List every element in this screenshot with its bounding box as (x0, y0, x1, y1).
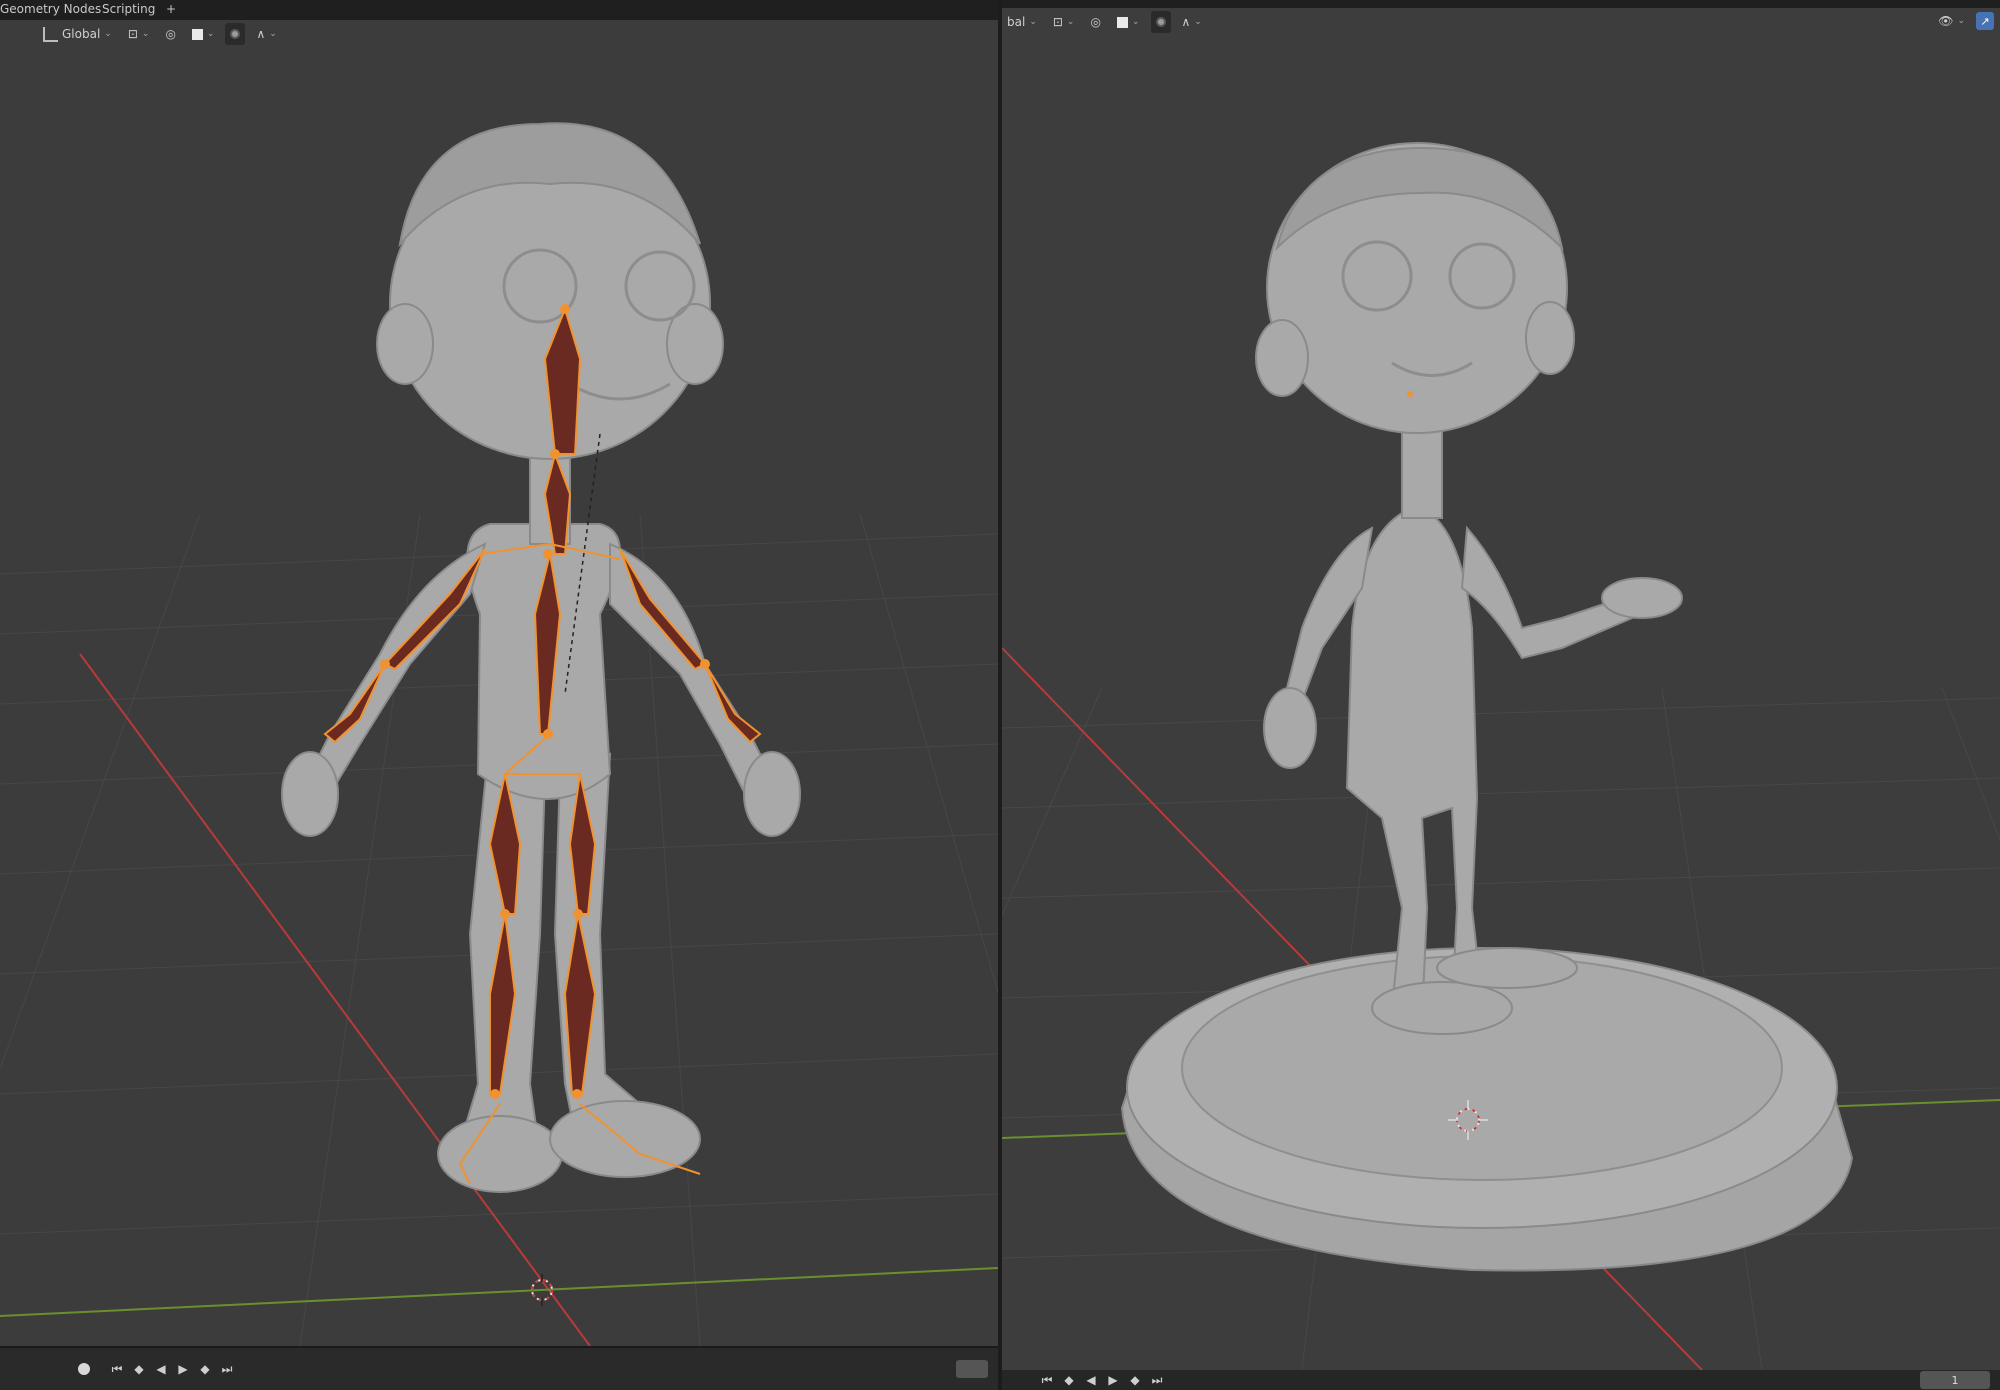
object-origin (1407, 391, 1413, 397)
character-mesh[interactable] (1255, 142, 1683, 1035)
snap-icon: ⊡ (127, 27, 138, 41)
chevron-down-icon: ⌄ (1957, 16, 1965, 26)
transform-orientation-dropdown[interactable]: bal ⌄ (1002, 11, 1042, 33)
pivot-dropdown[interactable]: ⊡ ⌄ (1048, 11, 1080, 33)
keyframe-prev-icon[interactable]: ◆ (130, 1362, 148, 1376)
transform-orientation-icon (43, 26, 58, 42)
falloff-dropdown[interactable]: ∧ ⌄ (251, 23, 281, 45)
viewport-right-tools: 👁 ⌄ ↗ (1933, 10, 1994, 32)
jump-end-icon[interactable]: ⏭ (1148, 1373, 1166, 1388)
overlay-icon (230, 29, 241, 39)
chevron-down-icon: ⌄ (269, 29, 277, 39)
jump-end-icon[interactable]: ⏭ (218, 1362, 236, 1377)
chevron-down-icon: ⌄ (1131, 17, 1140, 27)
gizmo-toggle-button[interactable]: ↗ (1976, 12, 1994, 30)
current-frame-field[interactable]: 1 (1920, 1371, 1990, 1389)
visibility-eye-icon: 👁 (1938, 14, 1954, 28)
viewport-canvas-right[interactable] (1002, 8, 2000, 1370)
proportional-edit-button[interactable]: ◎ (160, 23, 180, 45)
record-icon[interactable] (78, 1363, 90, 1375)
transform-orientation-label: bal (1007, 15, 1026, 29)
viewport-scene-right (1002, 142, 2000, 1370)
proportional-edit-icon: ◎ (1090, 15, 1101, 29)
chevron-down-icon: ⌄ (1029, 17, 1037, 27)
transform-orientation-dropdown[interactable]: Global ⌄ (38, 23, 117, 45)
keyframe-prev-icon[interactable]: ◆ (1060, 1373, 1078, 1387)
chevron-down-icon: ⌄ (141, 29, 150, 39)
shading-dropdown[interactable]: ⌄ (187, 23, 220, 45)
proportional-edit-button[interactable]: ◎ (1085, 11, 1105, 33)
workspace-tab-bar-right (1002, 0, 2000, 8)
overlay-icon (1155, 17, 1166, 27)
keyframe-next-icon[interactable]: ◆ (1126, 1373, 1144, 1387)
shading-dropdown[interactable]: ⌄ (1112, 11, 1145, 33)
transform-orientation-label: Global (62, 27, 101, 41)
chevron-down-icon: ⌄ (206, 29, 215, 39)
viewport-header-right: bal ⌄ ⊡ ⌄ ◎ ⌄ ∧ ⌄ (1002, 10, 1207, 34)
viewport-shading-icon (1116, 16, 1128, 28)
pivot-dropdown[interactable]: ⊡ ⌄ (123, 23, 155, 45)
proportional-edit-icon: ◎ (165, 27, 176, 41)
overlay-button[interactable] (225, 23, 246, 45)
current-frame-field[interactable] (956, 1360, 988, 1378)
left-3d-viewport-panel: Geometry Nodes Scripting + Global ⌄ ⊡ ⌄ … (0, 0, 998, 1390)
jump-start-icon[interactable]: ⏮ (1038, 1373, 1056, 1388)
viewport-shading-icon (191, 28, 203, 40)
viewport-scene-left (0, 122, 998, 1346)
chevron-down-icon: ⌄ (1066, 17, 1075, 27)
play-icon[interactable]: ▶ (1104, 1373, 1122, 1387)
falloff-icon: ∧ (1181, 15, 1191, 29)
falloff-dropdown[interactable]: ∧ ⌄ (1177, 11, 1207, 33)
play-reverse-icon[interactable]: ◀ (1082, 1373, 1100, 1387)
keyframe-next-icon[interactable]: ◆ (196, 1362, 214, 1376)
jump-start-icon[interactable]: ⏮ (108, 1362, 126, 1377)
chevron-down-icon: ⌄ (104, 29, 112, 39)
gizmo-toggle-icon: ↗ (1980, 14, 1990, 28)
y-axis-line (0, 1267, 998, 1317)
timeline-controls-left: ⏮ ◆ ◀ ▶ ◆ ⏭ (0, 1346, 998, 1390)
chevron-down-icon: ⌄ (1194, 17, 1202, 27)
viewport-canvas-left[interactable] (0, 14, 998, 1346)
falloff-icon: ∧ (256, 27, 266, 41)
play-reverse-icon[interactable]: ◀ (152, 1362, 170, 1376)
overlay-button[interactable] (1150, 11, 1171, 33)
play-icon[interactable]: ▶ (174, 1362, 192, 1376)
viewport-header-left: Global ⌄ ⊡ ⌄ ◎ ⌄ ∧ ⌄ (38, 22, 282, 46)
right-3d-viewport-panel: bal ⌄ ⊡ ⌄ ◎ ⌄ ∧ ⌄ 👁 ⌄ ↗ ⏮ ◆ ◀ ▶ ◆ ⏭ 1 (1002, 0, 2000, 1390)
visibility-dropdown[interactable]: 👁 ⌄ (1933, 10, 1970, 32)
timeline-controls-right: ⏮ ◆ ◀ ▶ ◆ ⏭ 1 (1002, 1370, 2000, 1390)
snap-icon: ⊡ (1052, 15, 1063, 29)
